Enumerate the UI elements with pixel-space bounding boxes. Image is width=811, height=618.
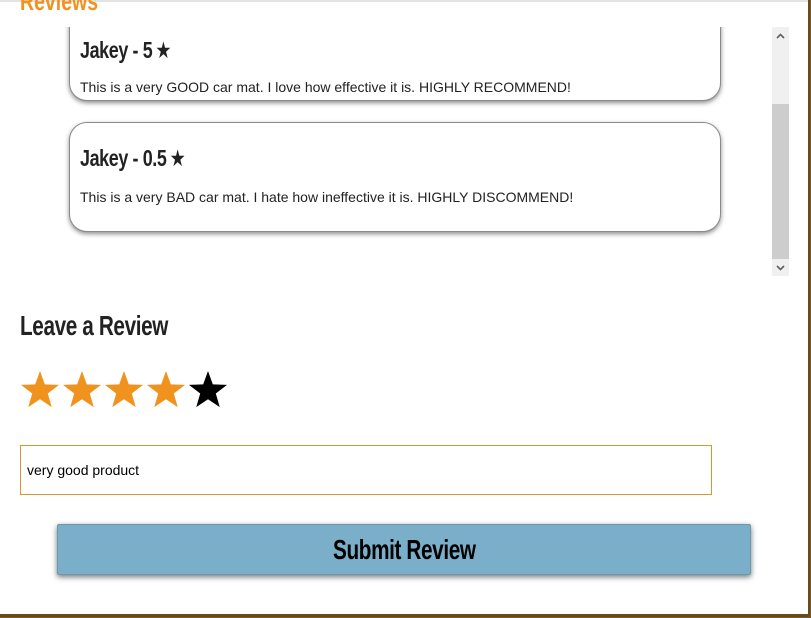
review-author-rating: Jakey - 0.5 ★ bbox=[80, 145, 186, 172]
chevron-up-icon[interactable] bbox=[772, 27, 789, 44]
review-card: Jakey - 5 ★ This is a very GOOD car mat. … bbox=[69, 27, 721, 101]
review-heading-text: Jakey - 5 bbox=[80, 37, 153, 63]
submit-review-button[interactable]: Submit Review bbox=[57, 524, 751, 575]
star-icon[interactable] bbox=[20, 369, 60, 411]
reviews-heading: Reviews bbox=[20, 0, 99, 16]
star-icon: ★ bbox=[169, 146, 186, 172]
reviews-list[interactable]: Jakey - 5 ★ This is a very GOOD car mat. … bbox=[0, 27, 771, 276]
leave-review-title: Leave a Review bbox=[20, 310, 169, 341]
review-panel: Reviews Jakey - 5 ★ This is a very GOOD c… bbox=[0, 0, 810, 617]
review-text: This is a very GOOD car mat. I love how … bbox=[80, 79, 571, 95]
review-heading-text: Jakey - 0.5 bbox=[80, 145, 167, 171]
reviews-scrollbar[interactable] bbox=[772, 27, 789, 276]
star-icon[interactable] bbox=[146, 369, 186, 411]
star-icon[interactable] bbox=[104, 369, 144, 411]
review-text: This is a very BAD car mat. I hate how i… bbox=[80, 189, 574, 205]
top-divider bbox=[0, 0, 808, 2]
star-icon: ★ bbox=[155, 38, 172, 64]
review-text-input[interactable] bbox=[20, 445, 712, 495]
star-icon[interactable] bbox=[62, 369, 102, 411]
review-card: Jakey - 0.5 ★ This is a very BAD car mat.… bbox=[69, 122, 721, 232]
star-icon[interactable] bbox=[188, 369, 228, 411]
review-author-rating: Jakey - 5 ★ bbox=[80, 37, 172, 64]
scrollbar-thumb[interactable] bbox=[772, 104, 789, 259]
chevron-down-icon[interactable] bbox=[772, 259, 789, 276]
star-rating-input[interactable] bbox=[20, 369, 228, 413]
submit-review-label: Submit Review bbox=[332, 533, 476, 565]
